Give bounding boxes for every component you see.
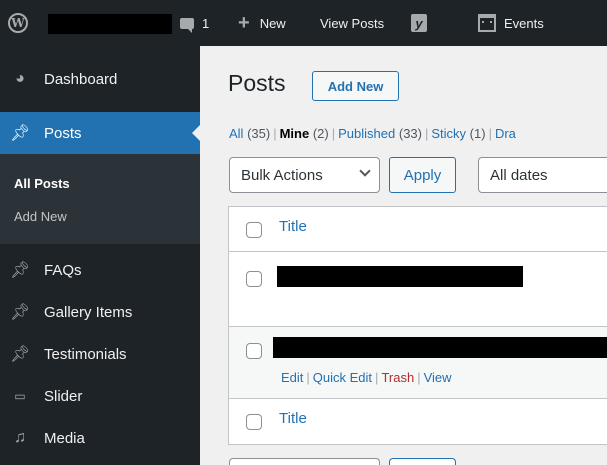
redacted-post-title[interactable] (273, 337, 607, 358)
page-title: Posts (228, 70, 286, 96)
title-column-header[interactable]: Title (279, 218, 307, 235)
calendar-icon (478, 14, 496, 32)
dashboard-icon: ◕ (15, 70, 25, 87)
sidebar-item-posts[interactable]: 📌︎ Posts (0, 112, 200, 154)
events-button[interactable]: Events (478, 0, 544, 46)
apply-button-bottom[interactable] (389, 458, 456, 465)
yoast-icon: y (411, 14, 427, 32)
comments-button[interactable]: 1 (180, 0, 209, 46)
pin-icon: 📌︎ (10, 125, 31, 142)
add-new-button[interactable]: Add New (312, 71, 399, 101)
sidebar-item-label: Dashboard (44, 70, 118, 88)
events-label: Events (504, 15, 544, 31)
sidebar-item-label: Gallery Items (44, 303, 133, 321)
chevron-down-icon (359, 165, 371, 177)
sidebar-item-dashboard[interactable]: ◕ Dashboard (0, 58, 200, 100)
comment-icon (180, 17, 194, 33)
quick-edit-link[interactable]: Quick Edit (313, 370, 372, 385)
plus-icon: + (238, 12, 250, 34)
submenu-all-posts[interactable]: All Posts (14, 176, 70, 191)
select-all-checkbox[interactable] (246, 222, 262, 238)
wordpress-logo-button[interactable]: W (8, 0, 38, 46)
sidebar-item-label: Media (44, 429, 85, 447)
trash-link[interactable]: Trash (381, 370, 414, 385)
bulk-actions-select[interactable]: Bulk Actions (229, 157, 380, 193)
table-header-row: Title (229, 207, 607, 252)
bulk-actions-value: Bulk Actions (241, 166, 323, 184)
pin-icon: 📌︎ (10, 262, 31, 279)
select-all-checkbox[interactable] (246, 414, 262, 430)
table-row (229, 252, 607, 327)
sidebar-item-faqs[interactable]: 📌︎ FAQs (0, 249, 200, 291)
sidebar-item-label: FAQs (44, 261, 82, 279)
admin-sidebar: ◕ Dashboard 📌︎ Posts All Posts Add New 📌… (0, 46, 200, 465)
posts-table: Title Edit | Quick Edit | Trash | View Title (228, 206, 607, 445)
table-footer-row: Title (229, 399, 607, 444)
post-status-filters: All (35) | Mine (2) | Published (33) | Sticky … (229, 126, 516, 141)
title-column-footer[interactable]: Title (279, 410, 307, 427)
table-row: Edit | Quick Edit | Trash | View (229, 327, 607, 399)
sidebar-item-label: Slider (44, 387, 83, 405)
row-actions: Edit | Quick Edit | Trash | View (281, 370, 452, 385)
media-icon: ♫ (14, 429, 26, 446)
pin-icon: 📌︎ (10, 346, 31, 363)
sidebar-item-media[interactable]: ♫ Media (0, 417, 200, 459)
sidebar-item-gallery-items[interactable]: 📌︎ Gallery Items (0, 291, 200, 333)
redacted-post-title[interactable] (277, 266, 523, 287)
filter-published[interactable]: Published (33) (338, 126, 422, 141)
submenu-add-new[interactable]: Add New (14, 209, 67, 224)
sidebar-item-label: Posts (44, 124, 82, 142)
main-content: Posts Add New All (35) | Mine (2) | Publishe… (200, 46, 607, 465)
edit-link[interactable]: Edit (281, 370, 303, 385)
yoast-seo-button[interactable]: y (411, 0, 427, 46)
sidebar-item-testimonials[interactable]: 📌︎ Testimonials (0, 333, 200, 375)
date-filter-select[interactable]: All dates (478, 157, 607, 193)
admin-bar: W 1 + New View Posts y Events (0, 0, 607, 46)
sidebar-item-label: Testimonials (44, 345, 127, 363)
pin-icon: 📌︎ (10, 304, 31, 321)
new-label: New (259, 15, 286, 31)
sidebar-item-slider[interactable]: ▭ Slider (0, 375, 200, 417)
slider-icon: ▭ (14, 389, 26, 403)
date-filter-value: All dates (490, 166, 548, 184)
bulk-actions-select-bottom[interactable] (229, 458, 380, 465)
view-posts-link[interactable]: View Posts (320, 0, 384, 46)
apply-button[interactable]: Apply (389, 157, 456, 193)
row-checkbox[interactable] (246, 271, 262, 287)
redacted-site-name (48, 14, 172, 34)
filter-sticky[interactable]: Sticky (1) (431, 126, 485, 141)
view-link[interactable]: View (424, 370, 452, 385)
new-content-button[interactable]: + New (238, 0, 286, 46)
comment-count: 1 (202, 15, 210, 31)
filter-all[interactable]: All (35) (229, 126, 270, 141)
filter-drafts[interactable]: Dra (495, 126, 516, 141)
row-checkbox[interactable] (246, 343, 262, 359)
wordpress-icon: W (8, 13, 28, 33)
posts-submenu: All Posts Add New (0, 154, 200, 244)
filter-mine[interactable]: Mine (280, 126, 310, 141)
